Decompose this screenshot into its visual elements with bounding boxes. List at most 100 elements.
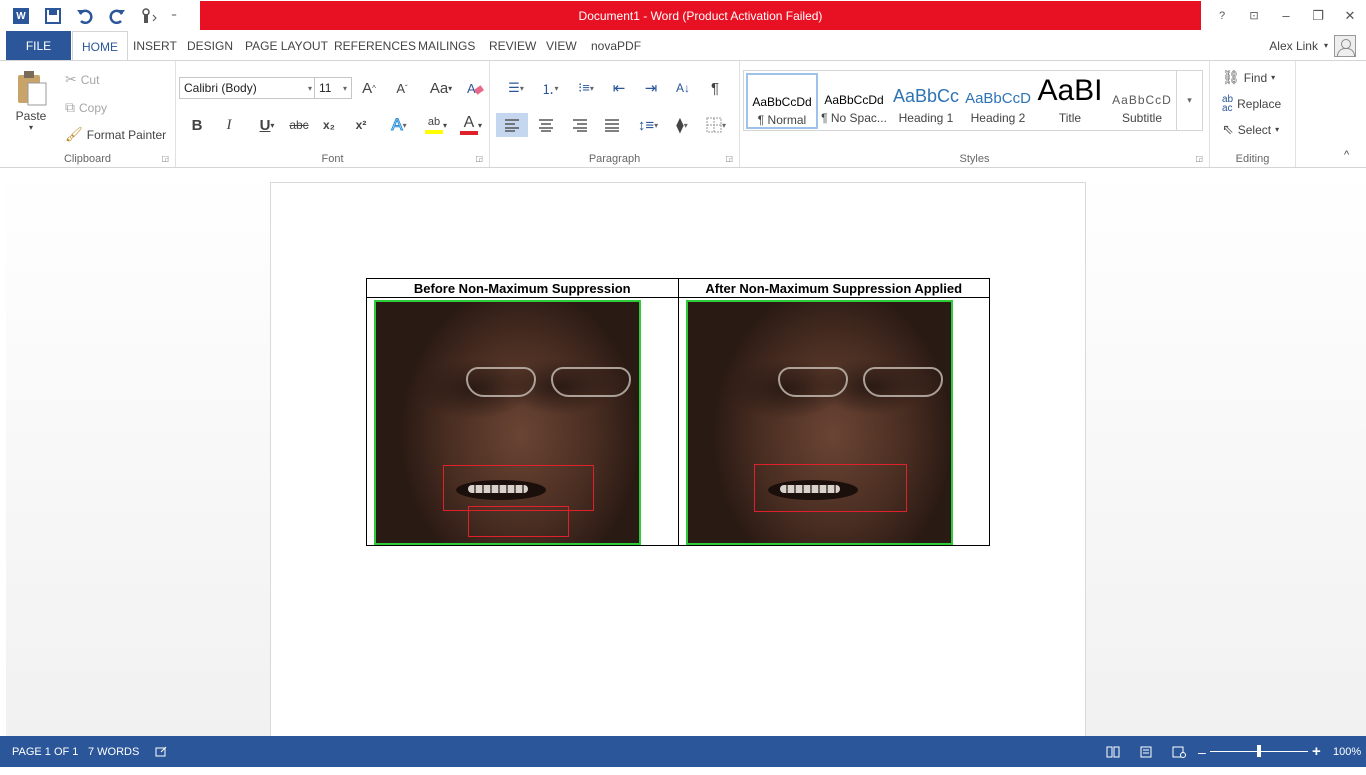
dialog-launcher-icon[interactable]: ◲ bbox=[725, 154, 733, 163]
zoom-in-button[interactable]: + bbox=[1312, 736, 1321, 767]
status-bar: PAGE 1 OF 1 7 WORDS – + 100% bbox=[0, 736, 1366, 767]
find-button[interactable]: ⛓ Find ▾ bbox=[1222, 69, 1275, 86]
subscript-button[interactable]: x₂ bbox=[316, 113, 342, 137]
print-layout-icon[interactable] bbox=[1140, 736, 1152, 767]
dialog-launcher-icon[interactable]: ◲ bbox=[475, 154, 483, 163]
cut-button[interactable]: ✂ Cut bbox=[65, 71, 99, 88]
select-button[interactable]: ⇖ Select ▾ bbox=[1222, 121, 1279, 138]
window-title: Document1 - Word (Product Activation Fai… bbox=[200, 1, 1201, 30]
sort-icon[interactable]: A↓ bbox=[670, 76, 696, 100]
decrease-indent-icon[interactable]: ⇤ bbox=[606, 76, 632, 100]
document-page[interactable]: Before Non-Maximum Suppression After Non… bbox=[270, 182, 1086, 742]
style-title[interactable]: AaBI Title bbox=[1034, 73, 1106, 129]
ribbon-display-options-icon[interactable]: ⊡ bbox=[1238, 0, 1270, 31]
glasses-shape bbox=[551, 367, 631, 397]
replace-button[interactable]: ab ac Replace bbox=[1222, 95, 1281, 114]
font-size-combo[interactable]: 11 ▾ bbox=[314, 77, 352, 99]
numbering-icon[interactable]: ⒈ ▾ bbox=[534, 76, 566, 100]
show-formatting-marks-icon[interactable]: ¶ bbox=[702, 76, 728, 100]
superscript-button[interactable]: x² bbox=[348, 113, 374, 137]
align-left-icon[interactable] bbox=[496, 113, 528, 137]
tab-review[interactable]: REVIEW bbox=[489, 31, 536, 60]
tab-home[interactable]: HOME bbox=[72, 31, 128, 61]
style-subtitle[interactable]: AaBbCcD Subtitle bbox=[1106, 73, 1178, 129]
align-right-icon[interactable] bbox=[564, 113, 596, 137]
text-effects-button[interactable]: A ▾ bbox=[384, 113, 414, 137]
styles-gallery: AaBbCcDd ¶ Normal AaBbCcDd ¶ No Spac... … bbox=[743, 70, 1203, 131]
paste-button[interactable]: Paste ▾ bbox=[14, 69, 48, 132]
page-count[interactable]: PAGE 1 OF 1 bbox=[12, 736, 78, 767]
word-count[interactable]: 7 WORDS bbox=[88, 736, 139, 767]
shrink-font-button[interactable]: Aˇ bbox=[389, 76, 415, 100]
tab-page-layout[interactable]: PAGE LAYOUT bbox=[245, 31, 328, 60]
font-size-value: 11 bbox=[319, 81, 332, 95]
chevron-down-icon: ▾ bbox=[1323, 41, 1328, 50]
grow-font-icon: A bbox=[362, 79, 373, 97]
multilevel-list-icon[interactable]: ⁝≡ ▾ bbox=[570, 76, 602, 100]
italic-button[interactable]: I bbox=[216, 113, 242, 137]
help-icon[interactable]: ? bbox=[1206, 0, 1238, 31]
undo-icon[interactable] bbox=[72, 4, 98, 28]
change-case-button[interactable]: Aa ▾ bbox=[424, 76, 458, 100]
text-effects-icon: A bbox=[391, 115, 403, 135]
zoom-out-button[interactable]: – bbox=[1198, 736, 1206, 767]
font-name-combo[interactable]: Calibri (Body) ▾ bbox=[179, 77, 317, 99]
restore-icon[interactable]: ❐ bbox=[1302, 0, 1334, 31]
strikethrough-button[interactable]: abc bbox=[284, 113, 314, 137]
redo-icon[interactable] bbox=[104, 4, 130, 28]
customize-qat-icon[interactable]: ⁼ bbox=[168, 4, 180, 28]
font-color-button[interactable]: A ▾ bbox=[454, 113, 488, 137]
increase-indent-icon[interactable]: ⇥ bbox=[638, 76, 664, 100]
tab-design[interactable]: DESIGN bbox=[187, 31, 233, 60]
user-account[interactable]: Alex Link ▾ bbox=[1269, 31, 1356, 60]
dialog-launcher-icon[interactable]: ◲ bbox=[161, 154, 169, 163]
web-layout-icon[interactable] bbox=[1172, 736, 1186, 767]
bold-button[interactable]: B bbox=[184, 113, 210, 137]
tab-novapdf[interactable]: novaPDF bbox=[591, 31, 641, 60]
clear-formatting-icon[interactable]: A bbox=[462, 76, 488, 100]
dialog-launcher-icon[interactable]: ◲ bbox=[1195, 154, 1203, 163]
editing-group: ⛓ Find ▾ ab ac Replace ⇖ Select ▾ Editing bbox=[1210, 61, 1296, 167]
touch-mode-icon[interactable] bbox=[136, 4, 162, 28]
zoom-level[interactable]: 100% bbox=[1333, 736, 1361, 767]
tab-insert[interactable]: INSERT bbox=[133, 31, 177, 60]
save-icon[interactable] bbox=[40, 4, 66, 28]
paste-label: Paste bbox=[15, 109, 47, 123]
read-mode-icon[interactable] bbox=[1106, 736, 1120, 767]
justify-icon[interactable] bbox=[596, 113, 628, 137]
zoom-slider-thumb[interactable] bbox=[1257, 745, 1261, 757]
line-spacing-icon[interactable]: ↕≡ ▾ bbox=[632, 113, 664, 137]
table-header-before: Before Non-Maximum Suppression bbox=[366, 278, 679, 298]
table-cell-before bbox=[366, 297, 679, 546]
gallery-more-icon[interactable]: ▾ bbox=[1176, 71, 1202, 130]
close-icon[interactable]: ✕ bbox=[1334, 0, 1366, 31]
face-image-after-nms[interactable] bbox=[685, 300, 953, 545]
bullets-icon[interactable]: ☰ ▾ bbox=[500, 76, 532, 100]
tab-references[interactable]: REFERENCES bbox=[334, 31, 416, 60]
shading-icon[interactable]: ⧫ ▾ bbox=[666, 113, 698, 137]
glasses-shape bbox=[466, 367, 536, 397]
tab-file[interactable]: FILE bbox=[6, 31, 71, 60]
minimize-icon[interactable]: – bbox=[1270, 0, 1302, 31]
style-preview: AaBbCc bbox=[892, 86, 960, 106]
style-heading-1[interactable]: AaBbCc Heading 1 bbox=[890, 73, 962, 129]
face-image-before-nms[interactable] bbox=[374, 300, 641, 545]
svg-text:A: A bbox=[467, 81, 476, 96]
word-app-icon[interactable]: W bbox=[8, 4, 34, 28]
borders-icon[interactable]: ▾ bbox=[700, 113, 732, 137]
tab-mailings[interactable]: MAILINGS bbox=[418, 31, 475, 60]
cursor-icon: ⇖ bbox=[1222, 121, 1234, 137]
style-heading-2[interactable]: AaBbCcD Heading 2 bbox=[962, 73, 1034, 129]
underline-button[interactable]: U ▾ bbox=[250, 113, 284, 137]
highlight-button[interactable]: ab ▾ bbox=[419, 113, 453, 137]
collapse-ribbon-icon[interactable]: ^ bbox=[1344, 149, 1349, 161]
chevron-down-icon: ▾ bbox=[28, 123, 33, 132]
align-center-icon[interactable] bbox=[530, 113, 562, 137]
style-normal[interactable]: AaBbCcDd ¶ Normal bbox=[746, 73, 818, 129]
style-no-spacing[interactable]: AaBbCcDd ¶ No Spac... bbox=[818, 73, 890, 129]
grow-font-button[interactable]: A ^ bbox=[356, 76, 382, 100]
tab-view[interactable]: VIEW bbox=[546, 31, 577, 60]
copy-button[interactable]: ⧉ Copy bbox=[65, 99, 107, 116]
format-painter-button[interactable]: 🖌 Format Painter bbox=[65, 126, 166, 143]
proofing-icon[interactable] bbox=[155, 736, 167, 767]
